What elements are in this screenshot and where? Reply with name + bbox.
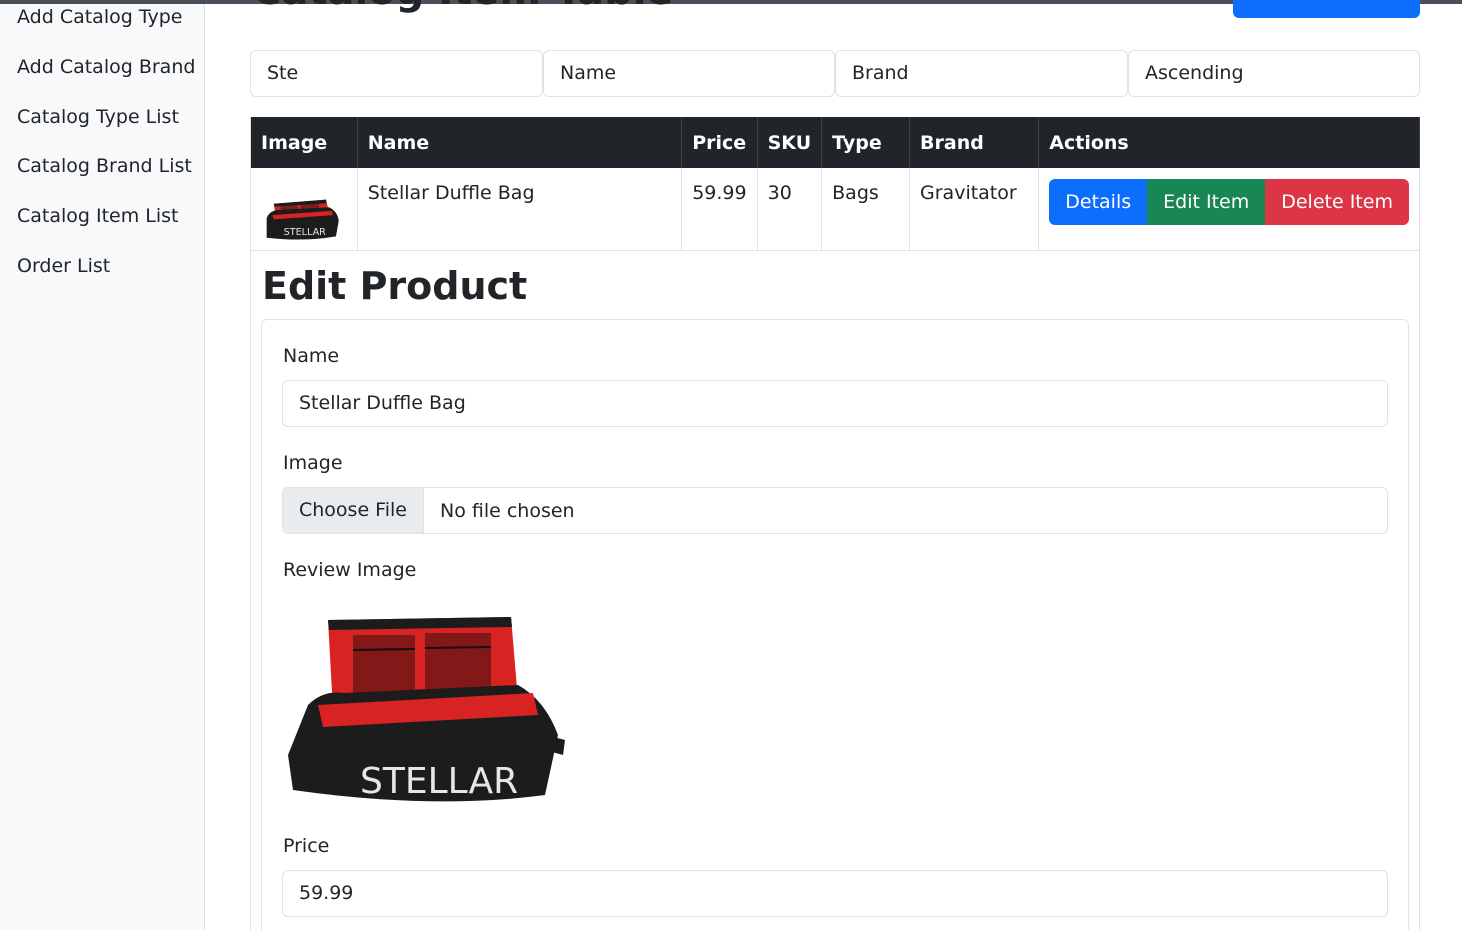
sidebar: Add Catalog Type Add Catalog Brand Catal…	[0, 4, 205, 930]
catalog-item-table: Image Name Price SKU Type Brand Actions …	[250, 117, 1420, 251]
sidebar-item-catalog-item-list[interactable]: Catalog Item List	[17, 205, 179, 227]
price-label: Price	[283, 835, 330, 857]
cell-type: Bags	[821, 168, 911, 251]
column-header-type: Type	[821, 117, 911, 168]
price-field[interactable]: 59.99	[282, 870, 1388, 917]
cell-actions: Details Edit Item Delete Item	[1038, 168, 1420, 251]
column-header-price: Price	[681, 117, 758, 168]
order-select[interactable]: Ascending	[1128, 50, 1420, 97]
table-row: STELLAR Stellar Duffle Bag 59.99 30 Bags…	[250, 168, 1420, 251]
sidebar-item-catalog-type-list[interactable]: Catalog Type List	[17, 106, 179, 128]
edit-item-button[interactable]: Edit Item	[1147, 179, 1266, 225]
cell-sku: 30	[757, 168, 823, 251]
delete-item-button[interactable]: Delete Item	[1265, 179, 1409, 225]
review-image-label: Review Image	[283, 559, 417, 581]
svg-text:STELLAR: STELLAR	[360, 761, 518, 802]
sidebar-item-add-catalog-type[interactable]: Add Catalog Type	[17, 6, 182, 28]
sort-field-select[interactable]: Name	[543, 50, 835, 97]
add-item-button[interactable]	[1233, 0, 1420, 18]
name-field[interactable]: Stellar Duffle Bag	[282, 380, 1388, 427]
duffle-bag-thumbnail: STELLAR	[266, 199, 339, 240]
image-file-input[interactable]: Choose File No file chosen	[282, 487, 1388, 534]
sidebar-item-add-catalog-brand[interactable]: Add Catalog Brand	[17, 56, 195, 78]
column-header-sku: SKU	[757, 117, 823, 168]
cell-name: Stellar Duffle Bag	[357, 168, 683, 251]
action-buttons: Details Edit Item Delete Item	[1049, 179, 1409, 225]
table-header-row: Image Name Price SKU Type Brand Actions	[250, 117, 1420, 168]
choose-file-button[interactable]: Choose File	[283, 488, 424, 533]
sidebar-item-order-list[interactable]: Order List	[17, 255, 110, 277]
file-status-text: No file chosen	[439, 499, 575, 522]
cell-brand: Gravitator	[909, 168, 1040, 251]
svg-text:STELLAR: STELLAR	[284, 227, 327, 238]
image-label: Image	[283, 452, 343, 474]
cell-image: STELLAR	[250, 168, 358, 251]
review-image: STELLAR	[288, 617, 565, 802]
column-header-name: Name	[357, 117, 683, 168]
cell-price: 59.99	[681, 168, 758, 251]
search-input[interactable]: Ste	[250, 50, 543, 97]
brand-select[interactable]: Brand	[835, 50, 1128, 97]
column-header-actions: Actions	[1038, 117, 1420, 168]
sidebar-item-catalog-brand-list[interactable]: Catalog Brand List	[17, 155, 192, 177]
column-header-brand: Brand	[909, 117, 1040, 168]
details-button[interactable]: Details	[1049, 179, 1148, 225]
name-label: Name	[283, 345, 340, 367]
page-title: Catalog Item Table	[252, 0, 674, 14]
edit-product-title: Edit Product	[262, 264, 528, 308]
column-header-image: Image	[250, 117, 358, 168]
